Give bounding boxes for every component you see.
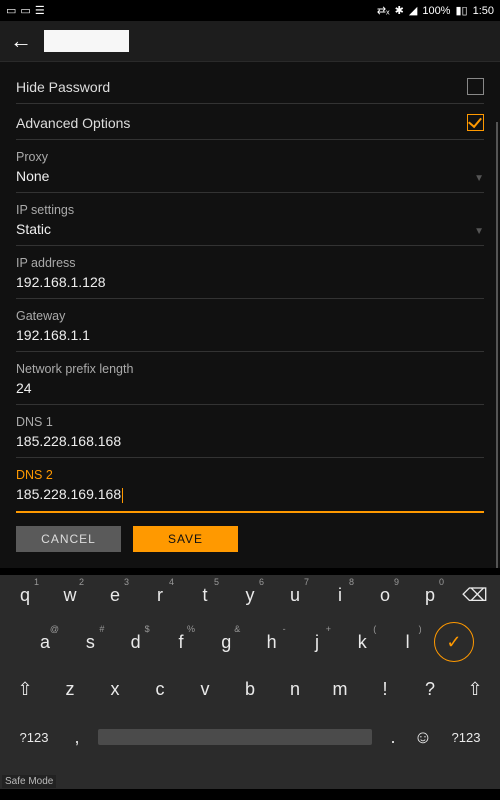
key-l[interactable]: l)	[389, 622, 427, 662]
prefix-value[interactable]: 24	[16, 378, 484, 396]
battery-text: 100%	[422, 5, 450, 17]
text-cursor	[122, 488, 123, 503]
chevron-down-icon: ▼	[474, 226, 484, 237]
clock: 1:50	[473, 5, 494, 17]
ip-settings-value: Static	[16, 219, 51, 237]
hide-password-checkbox[interactable]	[467, 78, 484, 95]
ip-settings-label: IP settings	[16, 203, 484, 219]
key-a[interactable]: a@	[26, 622, 64, 662]
key-shift[interactable]: ⇧	[6, 669, 44, 709]
net-icon: ⇄ₓ	[377, 4, 390, 17]
key-p[interactable]: p0	[411, 575, 449, 615]
hide-password-label: Hide Password	[16, 79, 110, 95]
key-z[interactable]: z	[51, 669, 89, 709]
wifi-settings-form: Hide Password Advanced Options Proxy Non…	[0, 61, 500, 568]
prefix-label: Network prefix length	[16, 362, 484, 378]
key-symbols[interactable]: ?123	[6, 717, 62, 757]
dns2-value[interactable]: 185.228.169.168	[16, 484, 484, 503]
key-e[interactable]: e3	[96, 575, 134, 615]
button-row: CANCEL SAVE	[16, 512, 484, 566]
key-f[interactable]: f%	[162, 622, 200, 662]
key-u[interactable]: u7	[276, 575, 314, 615]
gateway-label: Gateway	[16, 309, 484, 325]
key-g[interactable]: g&	[207, 622, 245, 662]
key-w[interactable]: w2	[51, 575, 89, 615]
key-space[interactable]	[98, 729, 372, 745]
key-m[interactable]: m	[321, 669, 359, 709]
key-enter[interactable]: ✓	[434, 622, 474, 662]
back-icon[interactable]: ←	[10, 28, 32, 54]
safe-mode-badge: Safe Mode	[2, 775, 56, 788]
key-x[interactable]: x	[96, 669, 134, 709]
key-?[interactable]: ?	[411, 669, 449, 709]
notif-icon: ▭	[20, 4, 30, 17]
proxy-label: Proxy	[16, 150, 484, 166]
key-s[interactable]: s#	[71, 622, 109, 662]
key-d[interactable]: d$	[117, 622, 155, 662]
key-symbols[interactable]: ?123	[438, 717, 494, 757]
key-h[interactable]: h-	[253, 622, 291, 662]
notif-icon: ▭	[6, 4, 16, 17]
advanced-options-checkbox[interactable]	[467, 114, 484, 131]
dns1-value[interactable]: 185.228.168.168	[16, 431, 484, 449]
dns2-label: DNS 2	[16, 468, 484, 484]
dns1-label: DNS 1	[16, 415, 484, 431]
status-bar: ▭ ▭ ☰ ⇄ₓ ✱ ◢ 100% ▮▯ 1:50	[0, 0, 500, 21]
prefix-row[interactable]: Network prefix length 24	[16, 352, 484, 405]
key-emoji[interactable]: ☺	[408, 717, 438, 757]
cancel-button[interactable]: CANCEL	[16, 526, 121, 552]
key-q[interactable]: q1	[6, 575, 44, 615]
advanced-options-row[interactable]: Advanced Options	[16, 104, 484, 140]
soft-keyboard: q1w2e3r4t5y6u7i8o9p0⌫ a@s#d$f%g&h-j+k(l)…	[0, 575, 500, 789]
wifi-icon: ◢	[409, 4, 417, 17]
hide-password-row[interactable]: Hide Password	[16, 62, 484, 104]
dns1-row[interactable]: DNS 1 185.228.168.168	[16, 405, 484, 458]
key-k[interactable]: k(	[343, 622, 381, 662]
key-n[interactable]: n	[276, 669, 314, 709]
proxy-row[interactable]: Proxy None ▼	[16, 140, 484, 193]
ip-address-value[interactable]: 192.168.1.128	[16, 272, 484, 290]
ip-address-row[interactable]: IP address 192.168.1.128	[16, 246, 484, 299]
dns2-row[interactable]: DNS 2 185.228.169.168	[16, 458, 484, 513]
key-t[interactable]: t5	[186, 575, 224, 615]
chevron-down-icon: ▼	[474, 173, 484, 184]
notif-icon: ☰	[35, 4, 45, 17]
key-r[interactable]: r4	[141, 575, 179, 615]
key-![interactable]: !	[366, 669, 404, 709]
key-v[interactable]: v	[186, 669, 224, 709]
key-b[interactable]: b	[231, 669, 269, 709]
ip-address-label: IP address	[16, 256, 484, 272]
ssid-field[interactable]	[44, 30, 129, 52]
key-backspace[interactable]: ⌫	[456, 575, 494, 615]
battery-icon: ▮▯	[455, 4, 467, 17]
key-shift[interactable]: ⇧	[456, 669, 494, 709]
advanced-options-label: Advanced Options	[16, 115, 130, 131]
save-button[interactable]: SAVE	[133, 526, 238, 552]
nav-bar	[0, 789, 500, 800]
key-period[interactable]: .	[378, 717, 408, 757]
bluetooth-icon: ✱	[395, 4, 404, 17]
app-bar: ←	[0, 21, 500, 61]
key-i[interactable]: i8	[321, 575, 359, 615]
key-c[interactable]: c	[141, 669, 179, 709]
key-comma[interactable]: ,	[62, 717, 92, 757]
proxy-value: None	[16, 166, 49, 184]
key-y[interactable]: y6	[231, 575, 269, 615]
key-j[interactable]: j+	[298, 622, 336, 662]
key-o[interactable]: o9	[366, 575, 404, 615]
gateway-value[interactable]: 192.168.1.1	[16, 325, 484, 343]
ip-settings-row[interactable]: IP settings Static ▼	[16, 193, 484, 246]
gateway-row[interactable]: Gateway 192.168.1.1	[16, 299, 484, 352]
